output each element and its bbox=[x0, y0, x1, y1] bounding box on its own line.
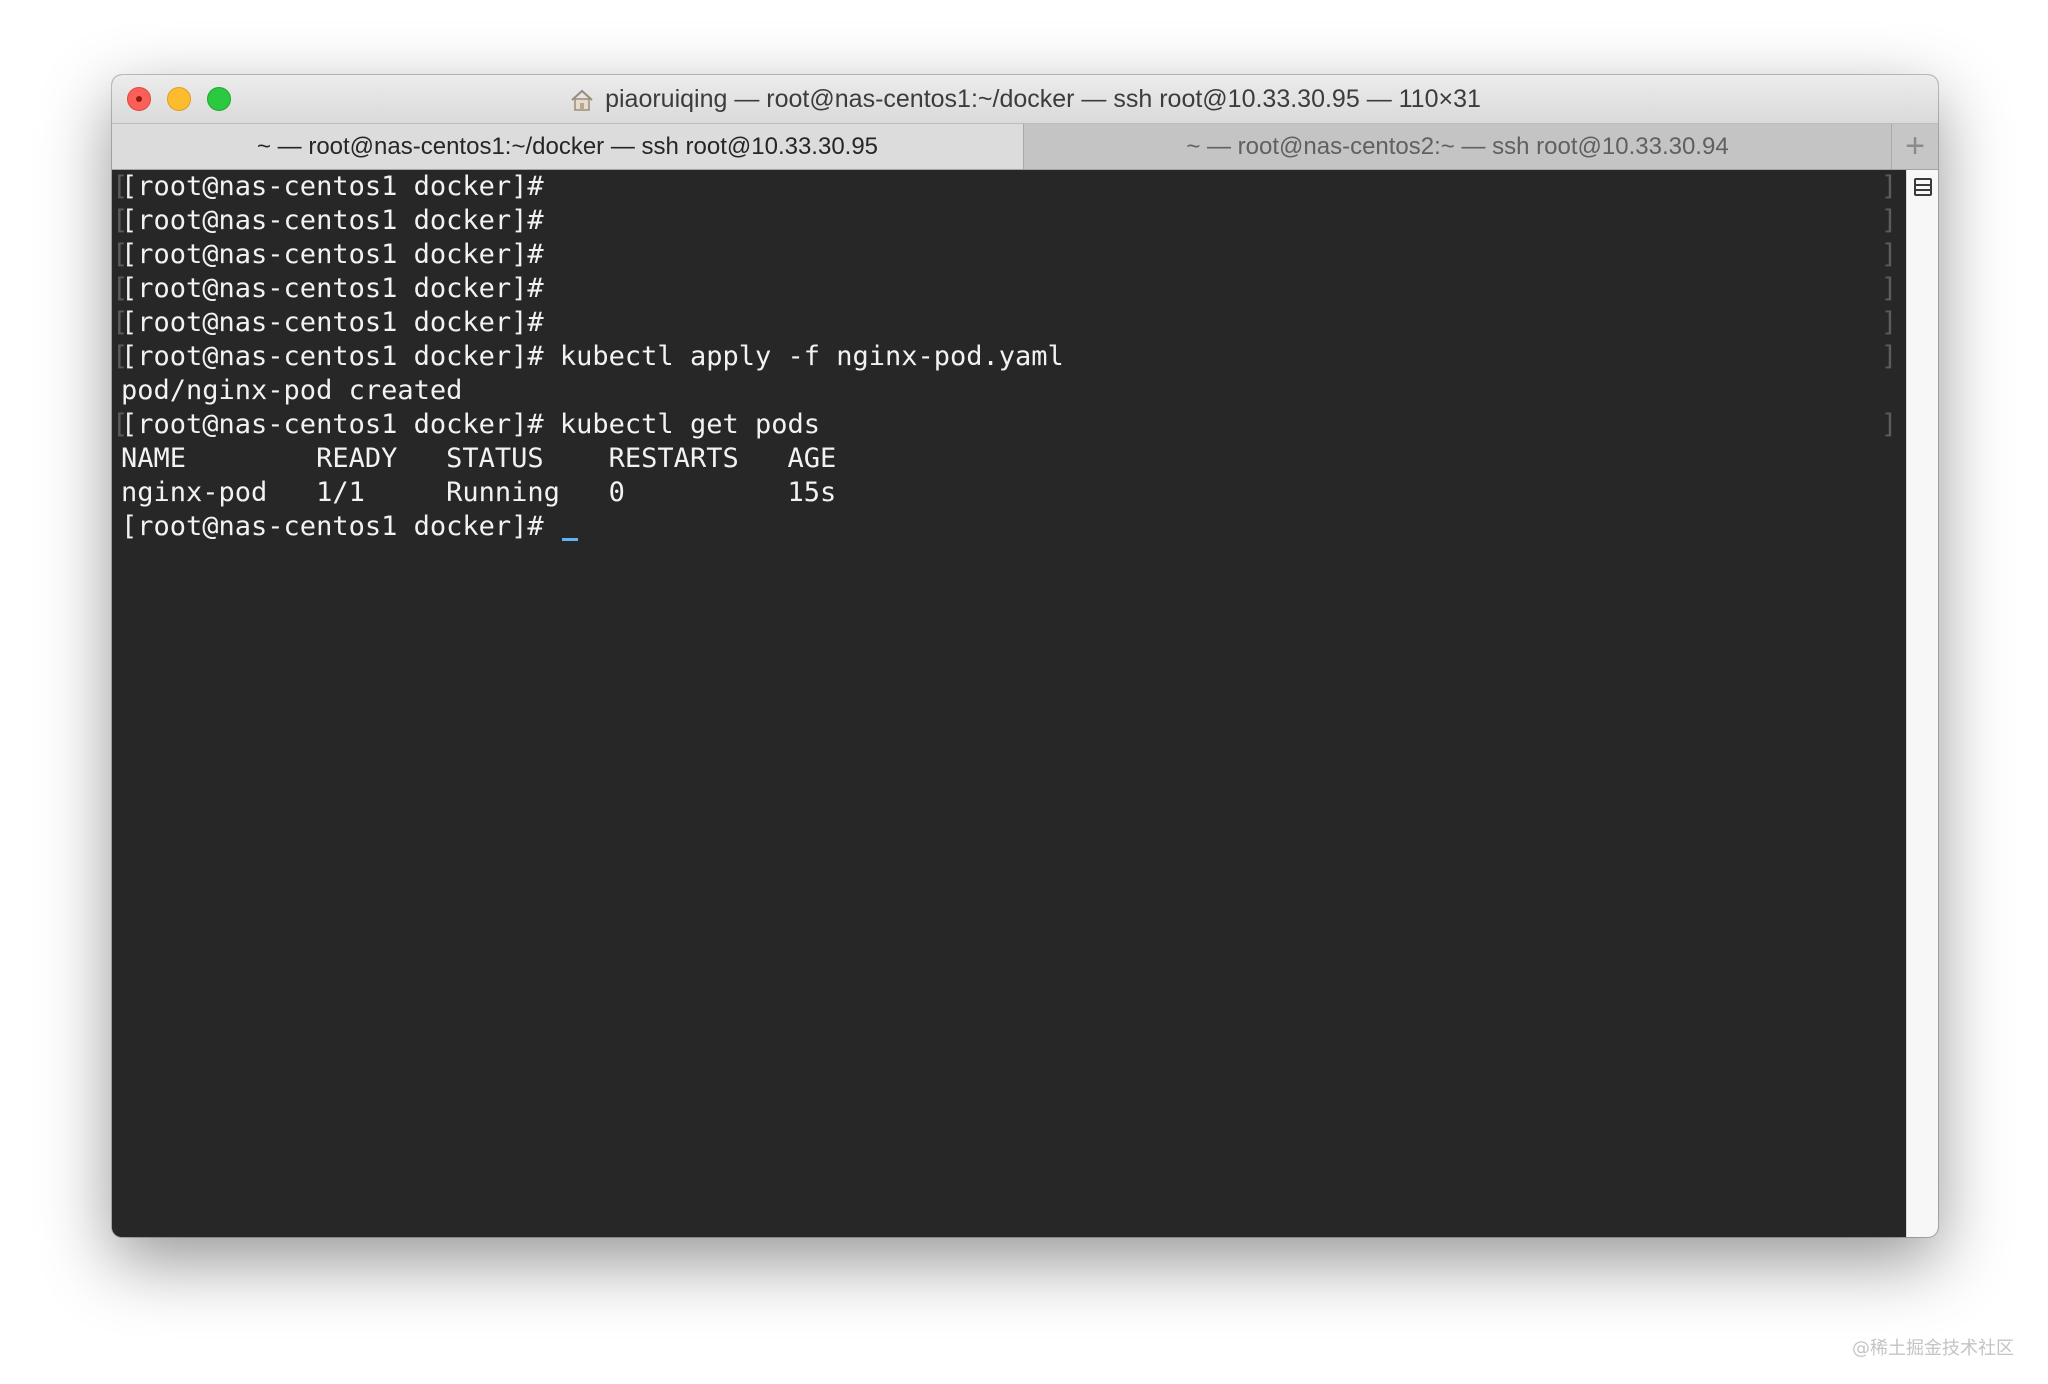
terminal-window: piaoruiqing — root@nas-centos1:~/docker … bbox=[112, 75, 1938, 1237]
line-text: NAME READY STATUS RESTARTS AGE bbox=[121, 443, 837, 474]
text-cursor bbox=[561, 538, 578, 541]
watermark: @稀土掘金技术社区 bbox=[1852, 1338, 2014, 1359]
terminal-line: [[root@nas-centos1 docker]#] bbox=[112, 238, 1906, 272]
tab-nas-centos2[interactable]: ~ — root@nas-centos2:~ — ssh root@10.33.… bbox=[1024, 124, 1892, 169]
tab-label: ~ — root@nas-centos2:~ — ssh root@10.33.… bbox=[1186, 132, 1729, 160]
tab-label: ~ — root@nas-centos1:~/docker — ssh root… bbox=[256, 132, 879, 160]
line-mark-icon: [ bbox=[112, 307, 129, 338]
line-mark-icon: ] bbox=[1881, 239, 1898, 270]
line-text: nginx-pod 1/1 Running 0 15s bbox=[121, 477, 837, 508]
window-title-container: piaoruiqing — root@nas-centos1:~/docker … bbox=[112, 75, 1938, 124]
title-bar[interactable]: piaoruiqing — root@nas-centos1:~/docker … bbox=[112, 75, 1938, 124]
terminal-line: [[root@nas-centos1 docker]#] bbox=[112, 204, 1906, 238]
terminal-line: [[root@nas-centos1 docker]#] bbox=[112, 306, 1906, 340]
line-text: [root@nas-centos1 docker]# bbox=[121, 205, 544, 236]
line-mark-icon: ] bbox=[1881, 307, 1898, 338]
line-mark-icon: ] bbox=[1881, 171, 1898, 202]
home-icon bbox=[571, 89, 593, 111]
line-text: [root@nas-centos1 docker]# bbox=[121, 171, 544, 202]
terminal-prompt-line[interactable]: [root@nas-centos1 docker]# bbox=[121, 510, 1906, 544]
line-mark-icon: [ bbox=[112, 341, 129, 372]
line-text: [root@nas-centos1 docker]# bbox=[121, 239, 544, 270]
line-mark-icon: ] bbox=[1881, 205, 1898, 236]
terminal-line: nginx-pod 1/1 Running 0 15s bbox=[121, 476, 1906, 510]
line-text: pod/nginx-pod created bbox=[121, 375, 463, 406]
line-mark-icon: [ bbox=[112, 205, 129, 236]
line-mark-icon: ] bbox=[1881, 409, 1898, 440]
line-text: [root@nas-centos1 docker]# kubectl apply… bbox=[121, 341, 1064, 372]
split-pane-icon[interactable] bbox=[1914, 178, 1932, 196]
scrollbar[interactable] bbox=[1906, 170, 1938, 1237]
line-mark-icon: ] bbox=[1881, 341, 1898, 372]
terminal-line: [[root@nas-centos1 docker]#] bbox=[112, 272, 1906, 306]
line-text: [root@nas-centos1 docker]# bbox=[121, 273, 544, 304]
terminal-line: [[root@nas-centos1 docker]# kubectl get … bbox=[112, 408, 1906, 442]
window-title: piaoruiqing — root@nas-centos1:~/docker … bbox=[605, 85, 1481, 113]
tab-bar: ~ — root@nas-centos1:~/docker — ssh root… bbox=[112, 124, 1938, 170]
line-mark-icon: [ bbox=[112, 239, 129, 270]
line-text: [root@nas-centos1 docker]# kubectl get p… bbox=[121, 409, 820, 440]
terminal-line: NAME READY STATUS RESTARTS AGE bbox=[121, 442, 1906, 476]
terminal-line: [[root@nas-centos1 docker]#] bbox=[112, 170, 1906, 204]
terminal-line: pod/nginx-pod created bbox=[121, 374, 1906, 408]
plus-icon: + bbox=[1905, 127, 1925, 165]
line-mark-icon: [ bbox=[112, 409, 129, 440]
line-mark-icon: [ bbox=[112, 171, 129, 202]
line-mark-icon: [ bbox=[112, 273, 129, 304]
terminal-line: [[root@nas-centos1 docker]# kubectl appl… bbox=[112, 340, 1906, 374]
terminal-output[interactable]: [[root@nas-centos1 docker]#] [[root@nas-… bbox=[112, 170, 1906, 1237]
line-mark-icon: ] bbox=[1881, 273, 1898, 304]
tab-nas-centos1[interactable]: ~ — root@nas-centos1:~/docker — ssh root… bbox=[112, 124, 1024, 169]
line-text: [root@nas-centos1 docker]# bbox=[121, 307, 544, 338]
new-tab-button[interactable]: + bbox=[1892, 124, 1938, 169]
line-text: [root@nas-centos1 docker]# bbox=[121, 511, 560, 542]
